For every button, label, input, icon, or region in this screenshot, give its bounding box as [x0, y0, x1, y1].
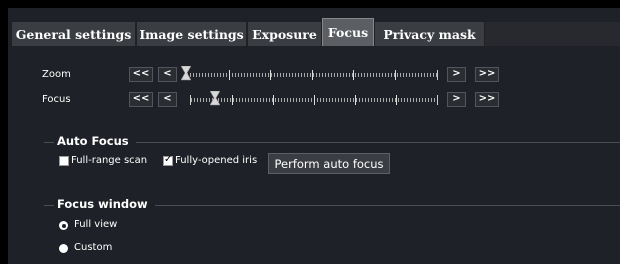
tab-bar-filler [485, 22, 620, 46]
tab-image-settings[interactable]: Image settings [137, 22, 247, 46]
focus-label: Focus [42, 94, 71, 105]
zoom-tele-button[interactable]: > [447, 67, 466, 82]
zoom-label: Zoom [42, 69, 71, 80]
focus-slider-track[interactable] [190, 95, 438, 105]
tab-general-settings[interactable]: General settings [12, 22, 136, 46]
section-rule [155, 205, 620, 206]
fully-opened-iris-checkbox[interactable] [163, 154, 173, 166]
focus-tick [355, 95, 356, 105]
focus-tick [232, 95, 233, 105]
tab-focus[interactable]: Focus [322, 18, 374, 46]
custom-radio[interactable] [59, 244, 68, 253]
focus-tick [273, 95, 274, 105]
section-rule [136, 142, 620, 143]
focus-tick [314, 95, 315, 105]
section-rule [44, 205, 54, 206]
section-rule [44, 142, 54, 143]
focus-far-far-button[interactable]: >> [475, 92, 499, 107]
focus-far-button[interactable]: > [447, 92, 466, 107]
focus-far-near-button[interactable]: << [129, 92, 153, 107]
zoom-tick [395, 70, 396, 80]
auto-focus-title: Auto Focus [57, 134, 129, 148]
focus-tick [396, 95, 397, 105]
custom-label: Custom [74, 242, 113, 253]
full-range-scan-checkbox[interactable] [59, 156, 69, 166]
full-view-radio[interactable] [59, 221, 68, 230]
zoom-far-wide-button[interactable]: << [129, 67, 153, 82]
full-range-scan-label: Full-range scan [71, 155, 148, 166]
zoom-far-tele-button[interactable]: >> [475, 67, 499, 82]
zoom-tick [353, 70, 354, 80]
fully-opened-iris-label: Fully-opened iris [175, 155, 258, 166]
tab-privacy-mask[interactable]: Privacy mask [375, 22, 485, 46]
focus-window-title: Focus window [57, 197, 148, 211]
zoom-tick [312, 70, 313, 80]
tab-exposure[interactable]: Exposure [248, 22, 322, 46]
full-view-label: Full view [74, 219, 118, 230]
zoom-slider-track[interactable] [186, 70, 438, 80]
perform-auto-focus-button[interactable]: Perform auto focus [268, 153, 390, 174]
zoom-tick [229, 70, 230, 80]
zoom-wide-button[interactable]: < [158, 67, 177, 82]
zoom-tick [270, 70, 271, 80]
focus-near-button[interactable]: < [158, 92, 177, 107]
